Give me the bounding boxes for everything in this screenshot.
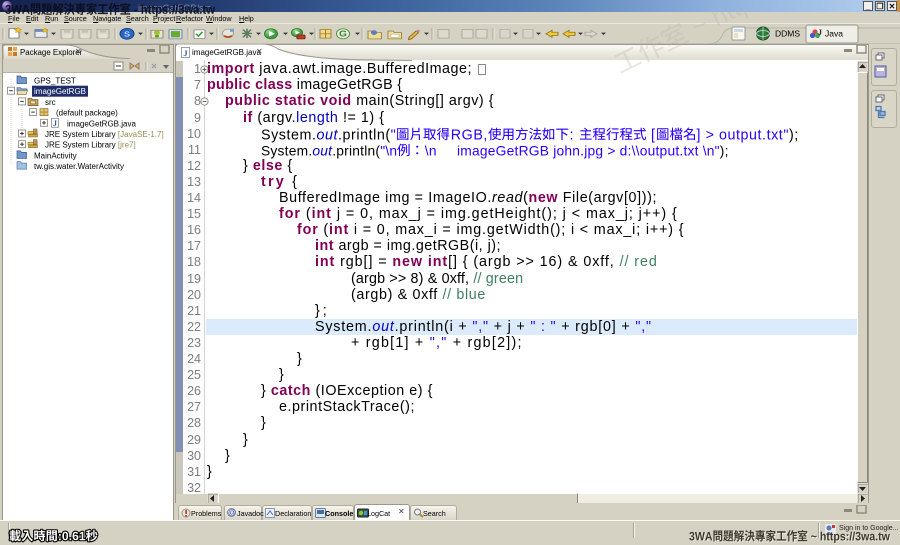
svg-text:src: src xyxy=(45,98,56,107)
svg-text:JRE System Library [JavaSE-1.7: JRE System Library [JavaSE-1.7] xyxy=(45,130,164,139)
svg-text:MainActivity: MainActivity xyxy=(34,151,77,160)
svg-text:(default package): (default package) xyxy=(56,109,118,118)
svg-text:GPS_TEST: GPS_TEST xyxy=(34,77,76,86)
svg-text:G: G xyxy=(339,30,347,39)
svg-text:J: J xyxy=(818,28,822,37)
svg-text:tw.gis.water.WaterActivity: tw.gis.water.WaterActivity xyxy=(34,162,124,171)
svg-text:S: S xyxy=(124,30,130,38)
svg-text:JRE System Library [jre7]: JRE System Library [jre7] xyxy=(45,141,136,150)
svg-text:imageGetRGB: imageGetRGB xyxy=(34,87,86,96)
svg-text:DDMS: DDMS xyxy=(775,29,800,39)
svg-text:Java: Java xyxy=(825,29,843,39)
svg-text:imageGetRGB.java: imageGetRGB.java xyxy=(67,119,136,128)
svg-text:J: J xyxy=(53,119,57,128)
